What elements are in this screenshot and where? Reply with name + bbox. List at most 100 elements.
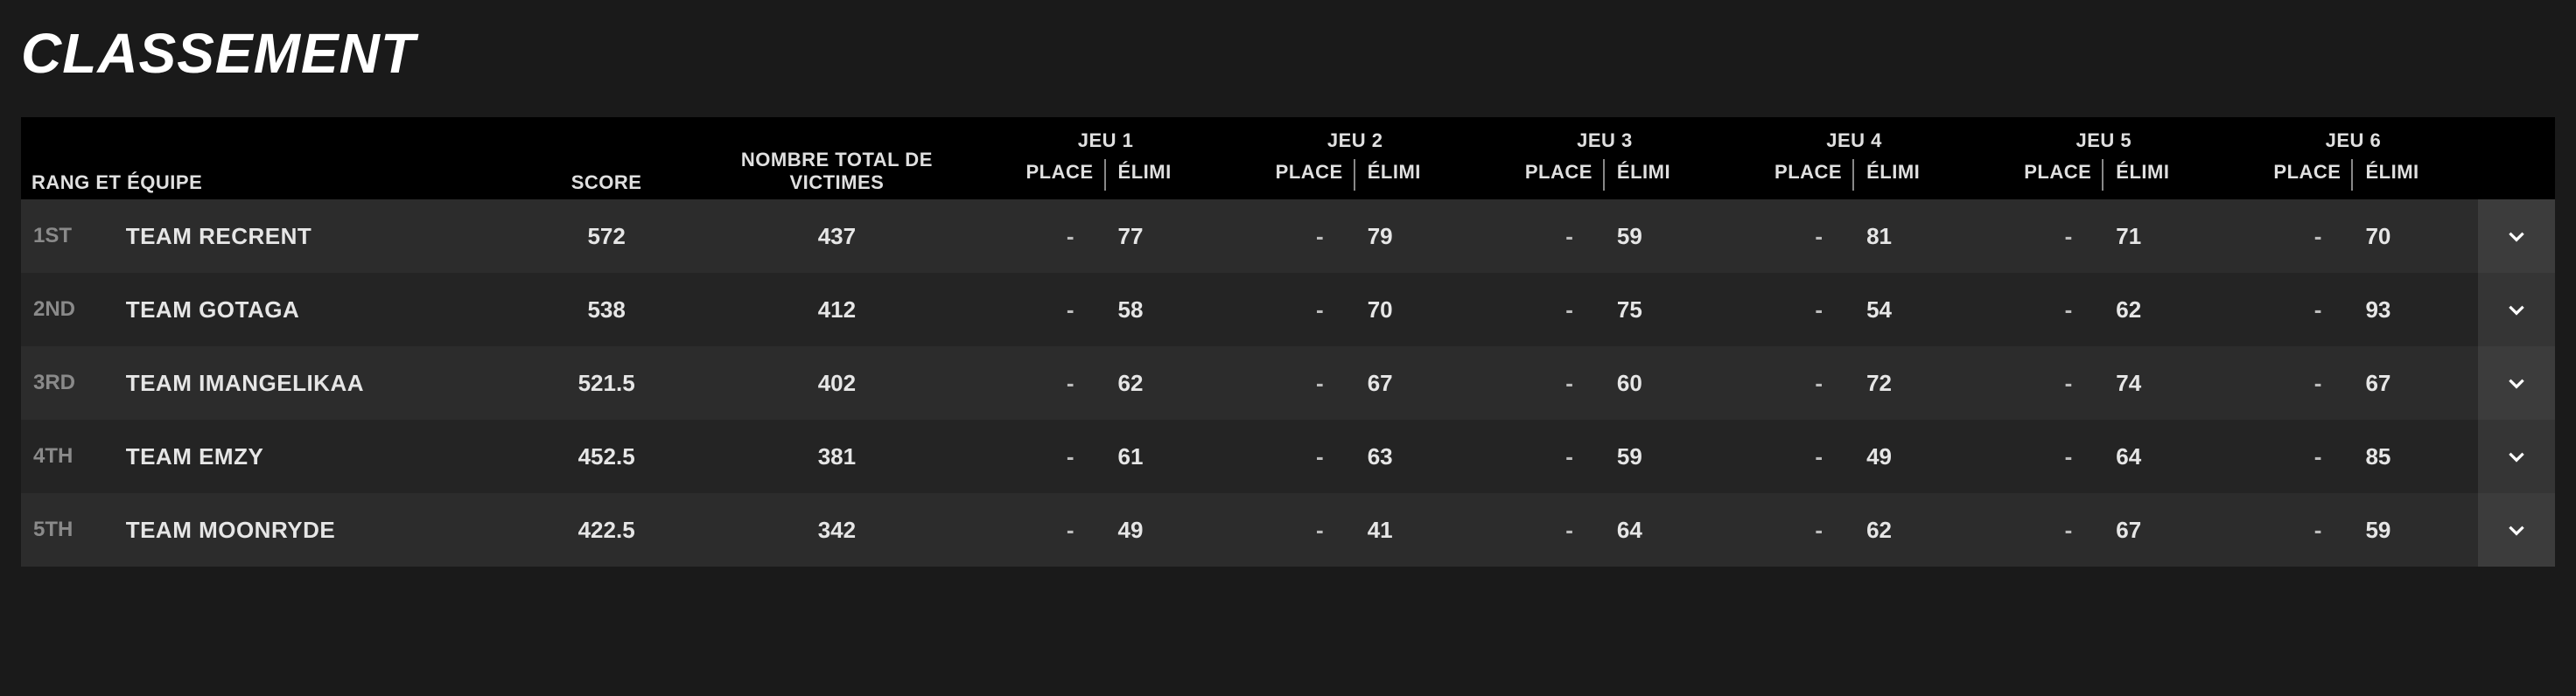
place-cell: - [1730,493,1855,567]
table-row: 5THTEAM MOONRYDE422.5342-49-41-64-62-67-… [21,493,2555,567]
score-cell: 572 [520,199,692,273]
header-elimi-4: ÉLIMI [1854,157,1979,199]
place-cell: - [981,420,1106,493]
header-elimi-5: ÉLIMI [2104,157,2229,199]
header-game-6: JEU 6 [2229,117,2478,157]
header-elimi-3: ÉLIMI [1605,157,1730,199]
elimi-cell: 67 [2353,346,2478,420]
expand-row-button[interactable] [2478,493,2555,567]
place-cell: - [1730,273,1855,346]
elimi-cell: 79 [1355,199,1480,273]
kills-cell: 342 [693,493,981,567]
table-header: RANG ET ÉQUIPE SCORE NOMBRE TOTAL DE VIC… [21,117,2555,199]
place-cell: - [1979,199,2104,273]
place-cell: - [2229,199,2354,273]
header-game-2: JEU 2 [1230,117,1480,157]
place-cell: - [1480,199,1605,273]
place-cell: - [1979,493,2104,567]
header-kills: NOMBRE TOTAL DE VICTIMES [693,117,981,199]
expand-cell [2478,346,2555,420]
place-cell: - [1230,199,1355,273]
header-score: SCORE [520,117,692,199]
table-row: 3RDTEAM IMANGELIKAA521.5402-62-67-60-72-… [21,346,2555,420]
rank-cell: 2ND [21,273,117,346]
place-cell: - [1230,493,1355,567]
place-cell: - [1979,273,2104,346]
leaderboard-table: RANG ET ÉQUIPE SCORE NOMBRE TOTAL DE VIC… [21,117,2555,567]
place-cell: - [981,493,1106,567]
header-expand [2478,117,2555,199]
kills-cell: 381 [693,420,981,493]
elimi-cell: 62 [1854,493,1979,567]
header-game-5: JEU 5 [1979,117,2229,157]
header-place-5: PLACE [1979,157,2104,199]
team-cell: TEAM IMANGELIKAA [117,346,521,420]
header-game-1: JEU 1 [981,117,1230,157]
place-cell: - [2229,273,2354,346]
elimi-cell: 41 [1355,493,1480,567]
elimi-cell: 59 [1605,420,1730,493]
place-cell: - [981,346,1106,420]
elimi-cell: 64 [2104,420,2229,493]
elimi-cell: 70 [2353,199,2478,273]
header-place-3: PLACE [1480,157,1605,199]
header-elimi-6: ÉLIMI [2353,157,2478,199]
header-place-1: PLACE [981,157,1106,199]
expand-row-button[interactable] [2478,273,2555,346]
kills-cell: 402 [693,346,981,420]
place-cell: - [2229,346,2354,420]
team-cell: TEAM RECRENT [117,199,521,273]
elimi-cell: 72 [1854,346,1979,420]
elimi-cell: 77 [1106,199,1231,273]
elimi-cell: 60 [1605,346,1730,420]
elimi-cell: 85 [2353,420,2478,493]
rank-cell: 5TH [21,493,117,567]
place-cell: - [981,273,1106,346]
elimi-cell: 59 [1605,199,1730,273]
expand-row-button[interactable] [2478,420,2555,493]
expand-cell [2478,273,2555,346]
place-cell: - [1480,420,1605,493]
header-place-4: PLACE [1730,157,1855,199]
place-cell: - [1730,420,1855,493]
elimi-cell: 61 [1106,420,1231,493]
score-cell: 422.5 [520,493,692,567]
place-cell: - [1230,273,1355,346]
team-cell: TEAM GOTAGA [117,273,521,346]
place-cell: - [1480,493,1605,567]
chevron-down-icon [2505,225,2528,247]
elimi-cell: 67 [2104,493,2229,567]
elimi-cell: 59 [2353,493,2478,567]
header-place-6: PLACE [2229,157,2354,199]
score-cell: 538 [520,273,692,346]
expand-cell [2478,199,2555,273]
page-title: CLASSEMENT [21,21,2555,86]
header-rank-team: RANG ET ÉQUIPE [21,117,520,199]
place-cell: - [1979,420,2104,493]
elimi-cell: 62 [2104,273,2229,346]
elimi-cell: 54 [1854,273,1979,346]
expand-row-button[interactable] [2478,346,2555,420]
elimi-cell: 64 [1605,493,1730,567]
header-place-2: PLACE [1230,157,1355,199]
header-elimi-1: ÉLIMI [1106,157,1231,199]
table-row: 2NDTEAM GOTAGA538412-58-70-75-54-62-93 [21,273,2555,346]
expand-cell [2478,420,2555,493]
place-cell: - [1979,346,2104,420]
rank-cell: 3RD [21,346,117,420]
elimi-cell: 62 [1106,346,1231,420]
table-row: 1STTEAM RECRENT572437-77-79-59-81-71-70 [21,199,2555,273]
header-game-4: JEU 4 [1730,117,1979,157]
elimi-cell: 75 [1605,273,1730,346]
score-cell: 452.5 [520,420,692,493]
elimi-cell: 93 [2353,273,2478,346]
place-cell: - [2229,493,2354,567]
rank-cell: 1ST [21,199,117,273]
expand-cell [2478,493,2555,567]
table-row: 4THTEAM EMZY452.5381-61-63-59-49-64-85 [21,420,2555,493]
elimi-cell: 49 [1106,493,1231,567]
elimi-cell: 49 [1854,420,1979,493]
place-cell: - [1480,273,1605,346]
place-cell: - [1230,420,1355,493]
expand-row-button[interactable] [2478,199,2555,273]
